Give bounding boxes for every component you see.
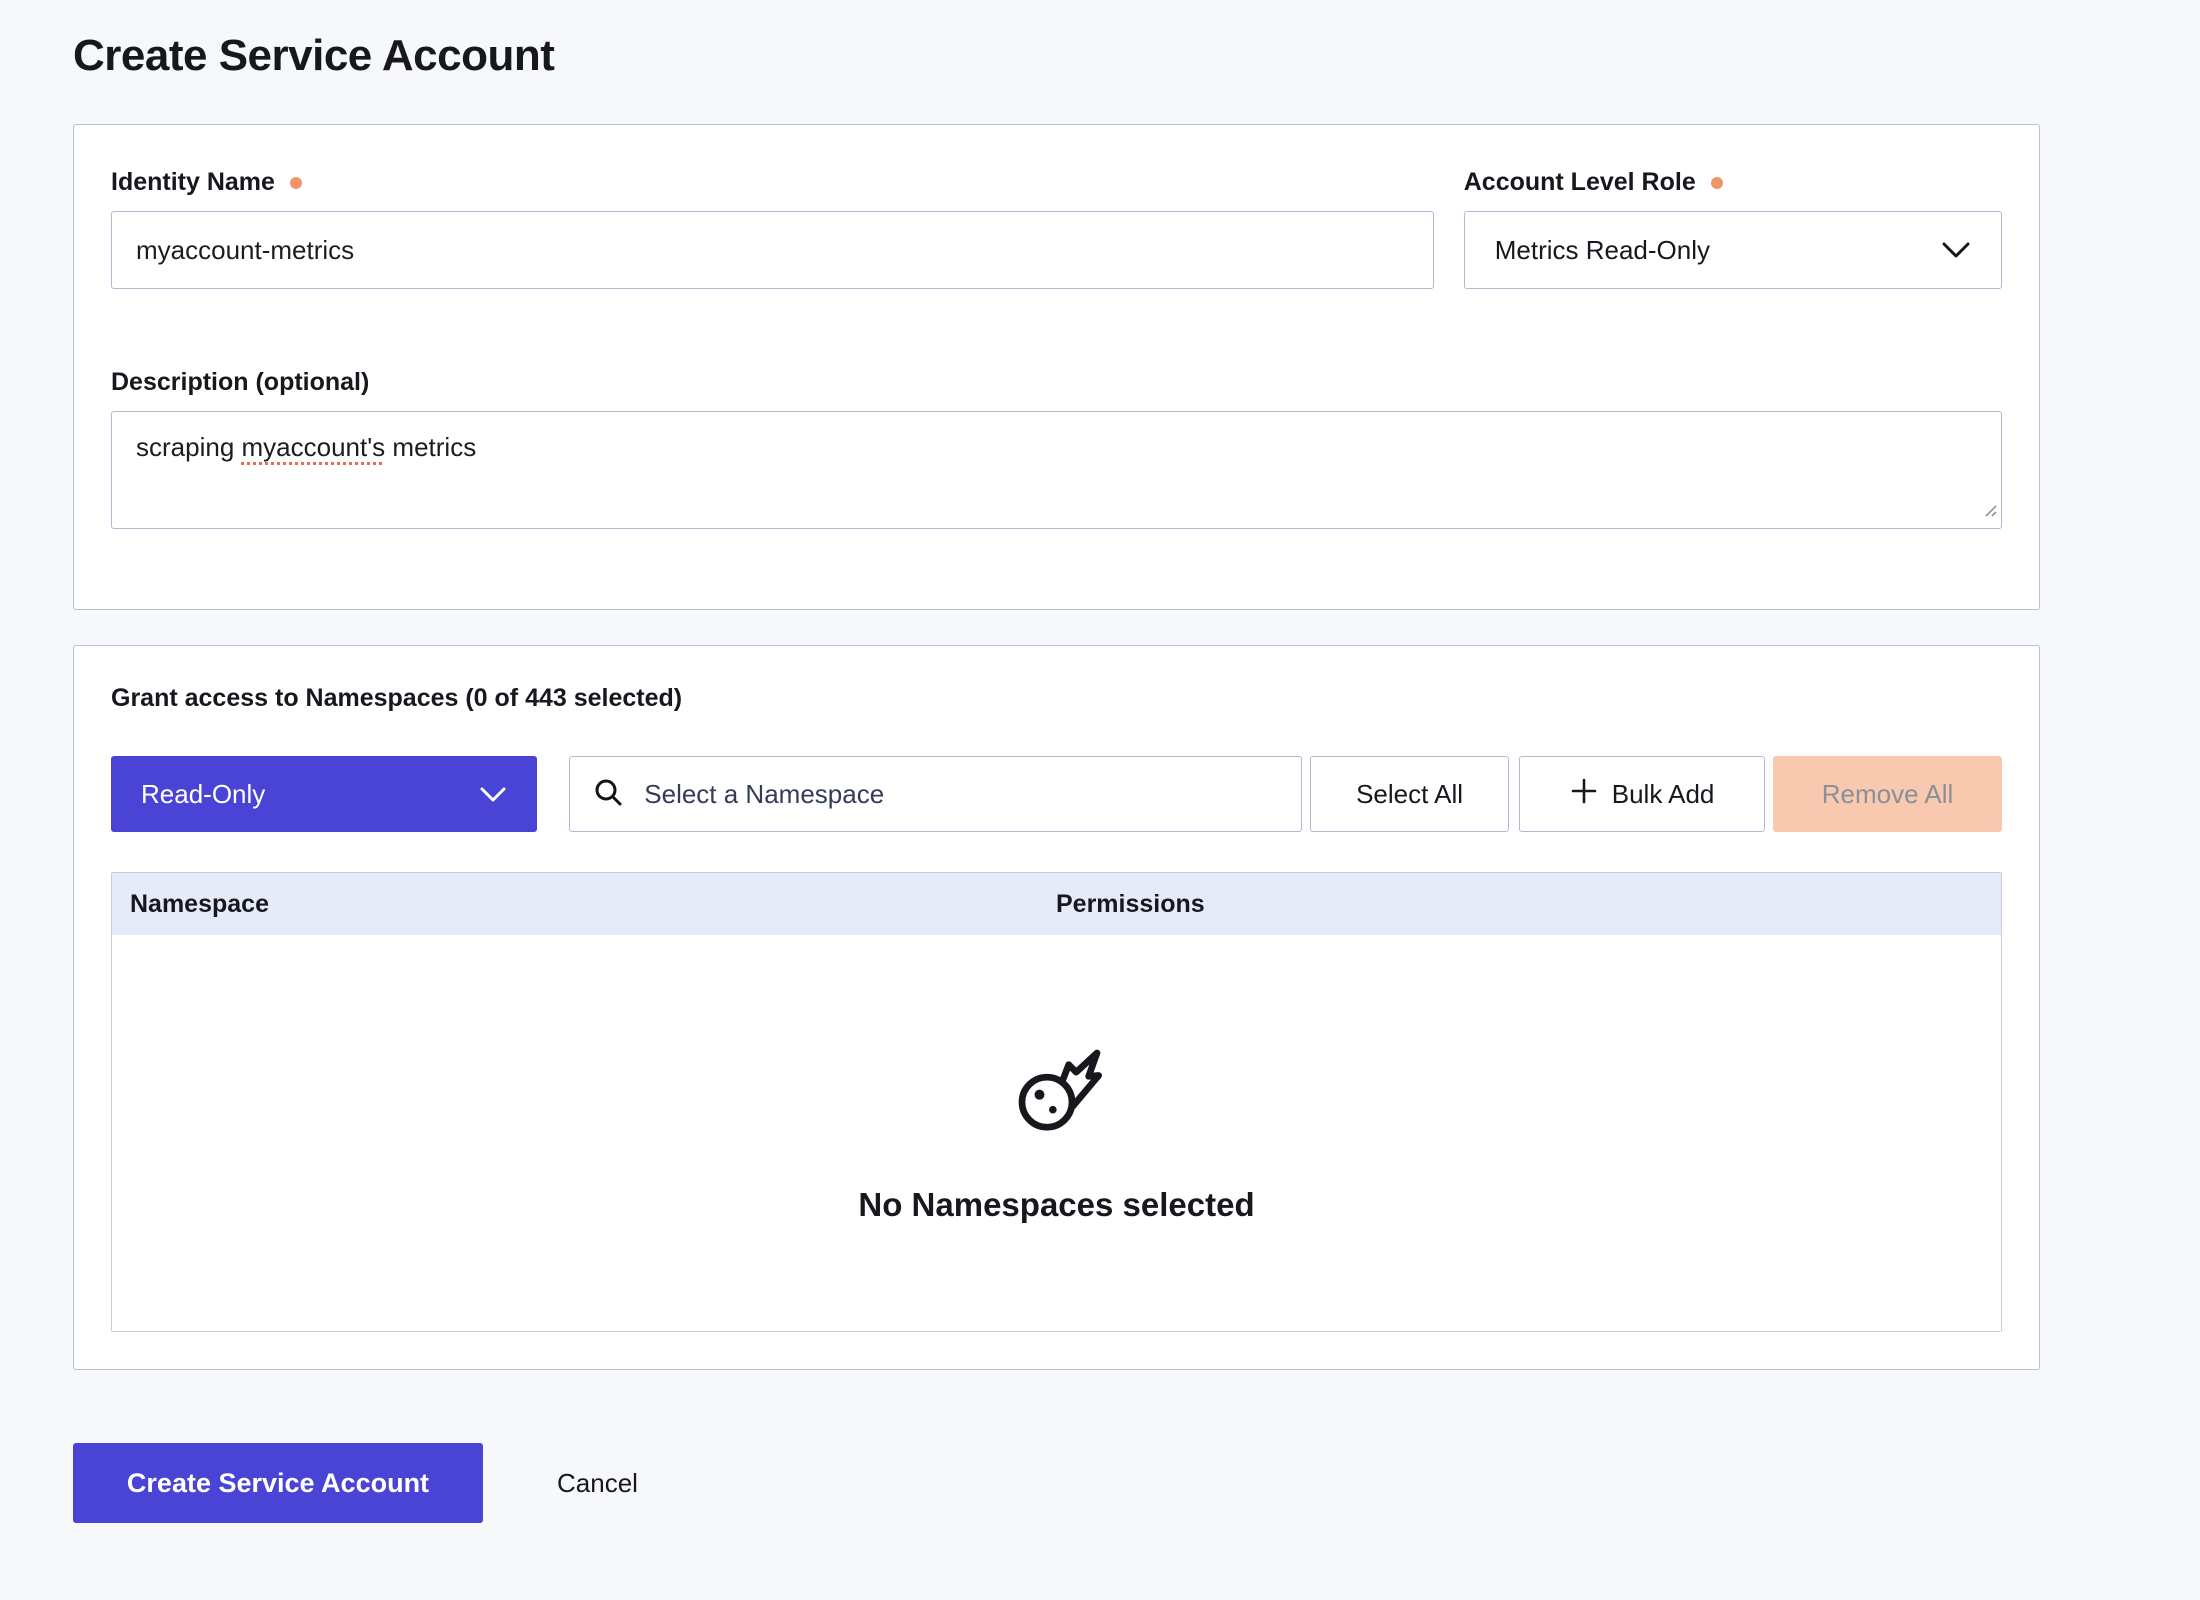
namespace-column-header: Namespace	[112, 890, 1056, 919]
required-dot	[290, 177, 302, 189]
bulk-add-button[interactable]: Bulk Add	[1519, 756, 1765, 832]
chevron-down-icon	[1941, 235, 1971, 266]
page-title: Create Service Account	[73, 30, 2200, 82]
description-text: scraping	[136, 432, 242, 462]
namespace-search[interactable]	[569, 756, 1302, 832]
identity-name-field: Identity Name	[111, 167, 1434, 289]
namespace-table-body: No Namespaces selected	[112, 935, 2001, 1331]
identity-card: Identity Name Account Level Role Metrics…	[73, 124, 2040, 610]
description-label: Description (optional)	[111, 368, 369, 397]
remove-all-button[interactable]: Remove All	[1773, 756, 2002, 832]
namespace-table-header: Namespace Permissions	[112, 873, 2001, 935]
identity-name-input[interactable]	[111, 211, 1434, 289]
permission-dropdown-value: Read-Only	[141, 779, 265, 810]
permission-dropdown[interactable]: Read-Only	[111, 756, 537, 832]
description-field: Description (optional) scraping myaccoun…	[111, 367, 2002, 529]
comet-icon	[1012, 1042, 1102, 1144]
account-level-role-field: Account Level Role Metrics Read-Only	[1464, 167, 2002, 289]
permissions-column-header: Permissions	[1056, 890, 2001, 919]
description-text: metrics	[385, 432, 476, 462]
plus-icon	[1570, 777, 1598, 812]
namespace-table: Namespace Permissions No Namespaces sele…	[111, 872, 2002, 1332]
identity-name-label: Identity Name	[111, 168, 275, 197]
grant-access-title: Grant access to Namespaces (0 of 443 sel…	[111, 683, 2002, 713]
namespaces-toolbar: Read-Only Select All	[111, 756, 2002, 832]
chevron-down-icon	[479, 779, 507, 810]
namespace-search-input[interactable]	[642, 778, 1289, 811]
empty-state-text: No Namespaces selected	[858, 1186, 1254, 1224]
create-service-account-button[interactable]: Create Service Account	[73, 1443, 483, 1523]
create-service-account-page: Create Service Account Identity Name Acc…	[0, 0, 2200, 1523]
select-all-button[interactable]: Select All	[1310, 756, 1509, 832]
account-level-role-value: Metrics Read-Only	[1495, 235, 1710, 266]
required-dot	[1711, 177, 1723, 189]
resize-handle-icon[interactable]	[1980, 494, 1998, 525]
description-text-misspelled: myaccount's	[242, 432, 386, 462]
form-actions: Create Service Account Cancel	[73, 1443, 2200, 1523]
cancel-button[interactable]: Cancel	[551, 1467, 644, 1500]
search-icon	[592, 776, 624, 813]
bulk-add-label: Bulk Add	[1612, 779, 1715, 810]
account-level-role-select[interactable]: Metrics Read-Only	[1464, 211, 2002, 289]
description-textarea[interactable]: scraping myaccount's metrics	[111, 411, 2002, 529]
namespaces-card: Grant access to Namespaces (0 of 443 sel…	[73, 645, 2040, 1370]
account-level-role-label: Account Level Role	[1464, 168, 1696, 197]
